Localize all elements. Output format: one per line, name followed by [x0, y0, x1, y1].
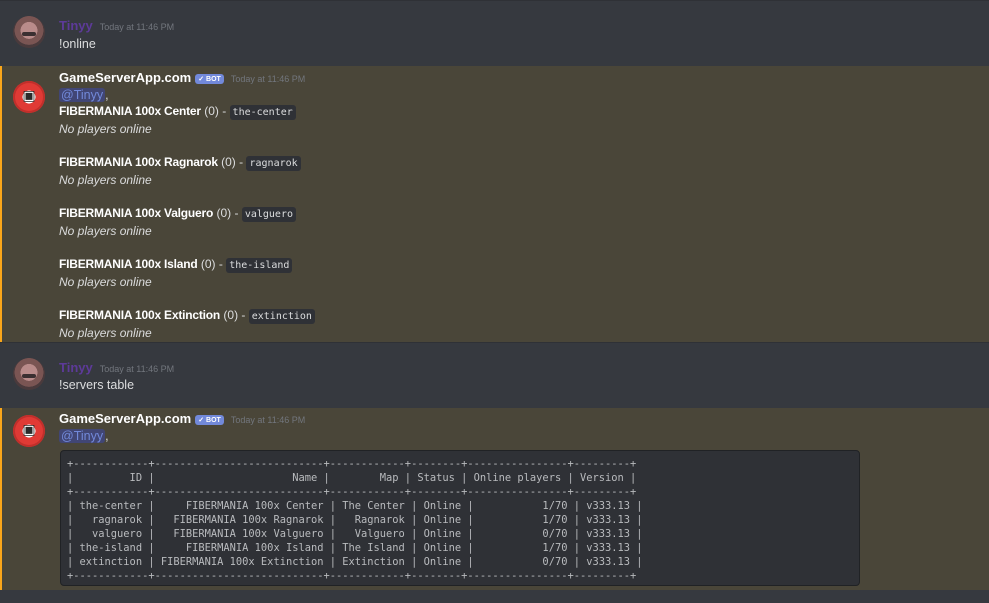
user-mention[interactable]: @Tinyy [59, 429, 106, 443]
bot-badge-label: BOT [206, 417, 221, 424]
mention-line: @Tinyy, [59, 88, 109, 102]
servers-table-text: +------------+--------------------------… [67, 458, 643, 582]
bot-badge-label: BOT [206, 76, 221, 83]
author-name[interactable]: Tinyy [59, 18, 93, 33]
servers-table-codeblock: +------------+--------------------------… [60, 450, 860, 586]
map-code: extinction [248, 309, 315, 324]
message-header: GameServerApp.com ✓ BOT Today at 11:46 P… [59, 411, 305, 426]
avatar-gameserverapp[interactable] [13, 415, 45, 447]
server-status: No players online [59, 173, 152, 187]
server-name: FIBERMANIA 100x Valguero [59, 206, 214, 220]
server-name: FIBERMANIA 100x Island [59, 257, 198, 271]
mention-suffix: , [105, 88, 109, 102]
map-code: valguero [241, 207, 296, 222]
server-name: FIBERMANIA 100x Center [59, 104, 201, 118]
bot-badge: ✓ BOT [195, 74, 224, 84]
timestamp: Today at 11:46 PM [230, 74, 306, 84]
server-line: FIBERMANIA 100x Island (0) - the-island [59, 257, 293, 273]
server-line: FIBERMANIA 100x Ragnarok (0) - ragnarok [59, 155, 301, 171]
message-4: GameServerApp.com ✓ BOT Today at 11:46 P… [0, 408, 989, 590]
message-content: !online [59, 37, 96, 51]
author-name[interactable]: Tinyy [59, 360, 93, 375]
map-code: the-island [226, 258, 293, 273]
server-name: FIBERMANIA 100x Ragnarok [59, 155, 218, 169]
avatar-tinyy[interactable] [13, 358, 45, 390]
server-count: (0) - [221, 155, 244, 169]
server-count: (0) - [216, 206, 239, 220]
map-code: the-center [229, 105, 296, 120]
message-header: GameServerApp.com ✓ BOT Today at 11:46 P… [59, 70, 305, 85]
user-mention[interactable]: @Tinyy [59, 88, 106, 102]
server-count: (0) - [204, 104, 227, 118]
server-line: FIBERMANIA 100x Valguero (0) - valguero [59, 206, 296, 222]
server-count: (0) - [223, 308, 246, 322]
server-status: No players online [59, 122, 152, 136]
bot-badge: ✓ BOT [195, 415, 224, 425]
author-name[interactable]: GameServerApp.com [59, 411, 191, 426]
mention-line: @Tinyy, [59, 429, 109, 443]
message-1: Tinyy Today at 11:46 PM !online [0, 0, 989, 66]
server-name: FIBERMANIA 100x Extinction [59, 308, 221, 322]
message-3: Tinyy Today at 11:46 PM !servers table [0, 342, 989, 408]
server-line: FIBERMANIA 100x Extinction (0) - extinct… [59, 308, 315, 324]
avatar-tinyy[interactable] [13, 16, 45, 48]
server-status: No players online [59, 224, 152, 238]
server-count: (0) - [200, 257, 223, 271]
server-status: No players online [59, 275, 152, 289]
message-2: GameServerApp.com ✓ BOT Today at 11:46 P… [0, 66, 989, 342]
author-name[interactable]: GameServerApp.com [59, 70, 191, 85]
timestamp: Today at 11:46 PM [230, 415, 306, 425]
server-line: FIBERMANIA 100x Center (0) - the-center [59, 104, 296, 120]
timestamp: Today at 11:46 PM [99, 22, 175, 32]
mention-suffix: , [105, 429, 109, 443]
message-content: !servers table [59, 378, 135, 392]
timestamp: Today at 11:46 PM [99, 364, 175, 374]
message-header: Tinyy Today at 11:46 PM [59, 360, 174, 375]
map-code: ragnarok [246, 156, 301, 171]
avatar-gameserverapp[interactable] [13, 81, 45, 113]
server-status: No players online [59, 326, 152, 340]
message-header: Tinyy Today at 11:46 PM [59, 18, 174, 33]
